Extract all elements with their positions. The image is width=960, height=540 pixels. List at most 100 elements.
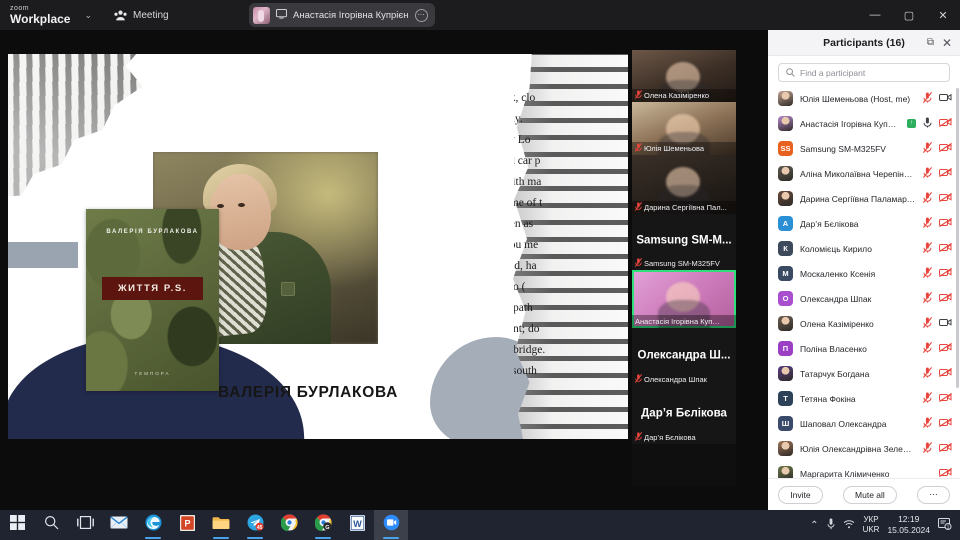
camera-off-icon[interactable] <box>939 468 952 478</box>
wifi-icon[interactable] <box>843 519 855 532</box>
mic-muted-icon[interactable] <box>923 292 932 305</box>
close-panel-icon[interactable]: ✕ <box>942 36 952 50</box>
participants-list[interactable]: Юлія Шеменьова (Host, me)Анастасія Ігорі… <box>768 86 960 478</box>
camera-off-icon[interactable] <box>939 418 952 429</box>
camera-off-icon[interactable] <box>939 193 952 204</box>
participant-row[interactable]: ТТетяна Фокіна <box>768 386 960 411</box>
popout-icon[interactable]: ⧉ <box>927 37 934 48</box>
mic-muted-icon[interactable] <box>923 317 932 330</box>
mic-muted-icon[interactable] <box>923 192 932 205</box>
camera-off-icon[interactable] <box>939 443 952 454</box>
mic-muted-icon[interactable] <box>923 392 932 405</box>
filmstrip-tile[interactable]: Олександра Ш...Олександра Шпак <box>632 328 736 386</box>
tray-chevron-icon[interactable]: ⌃ <box>810 520 818 531</box>
filmstrip-tile[interactable]: Юлія Шеменьова <box>632 102 736 155</box>
word-app[interactable]: W <box>340 510 374 540</box>
system-tray: ⌃ УКР UKR 12:19 15.05.2024 1 <box>810 514 960 536</box>
mic-muted-icon[interactable] <box>923 342 932 355</box>
participant-row[interactable]: АДар’я Бєлікова <box>768 211 960 236</box>
mic-on-icon[interactable] <box>923 117 932 130</box>
maximize-button[interactable]: ▢ <box>892 0 926 30</box>
telegram-app[interactable]: 45 <box>238 510 272 540</box>
participant-row[interactable]: ШШаповал Олександра <box>768 411 960 436</box>
participant-row[interactable]: Аліна Миколаївна Черепінська <box>768 161 960 186</box>
file-explorer[interactable] <box>204 510 238 540</box>
participant-row[interactable]: Маргарита Клімиченко <box>768 461 960 478</box>
task-view-button[interactable] <box>68 510 102 540</box>
participant-row[interactable]: Дарина Сергіївна Паламарчук <box>768 186 960 211</box>
mic-muted-icon[interactable] <box>923 217 932 230</box>
camera-on-icon[interactable] <box>939 318 952 329</box>
filmstrip-tile[interactable]: Дар’я БєліковаДар’я Бєлікова <box>632 386 736 444</box>
windows-icon <box>10 515 25 535</box>
microphone-icon[interactable] <box>827 518 835 533</box>
invite-button[interactable]: Invite <box>778 486 822 504</box>
camera-off-icon[interactable] <box>939 118 952 129</box>
participants-scrollbar[interactable] <box>956 88 959 388</box>
mic-muted-icon <box>635 374 642 385</box>
zoom-app[interactable] <box>374 510 408 540</box>
participant-row[interactable]: Анастасія Ігорівна Купрієнко↑ <box>768 111 960 136</box>
participant-row[interactable]: Олена Казіміренко <box>768 311 960 336</box>
mic-muted-icon[interactable] <box>923 167 932 180</box>
participant-row[interactable]: Юлія Шеменьова (Host, me) <box>768 86 960 111</box>
camera-off-icon[interactable] <box>939 368 952 379</box>
participant-avatar <box>778 316 793 331</box>
video-filmstrip[interactable]: Олена КазіміренкоЮлія ШеменьоваДарина Се… <box>632 50 736 486</box>
minimize-button[interactable]: — <box>858 0 892 30</box>
mail-app[interactable] <box>102 510 136 540</box>
mic-muted-icon[interactable] <box>923 242 932 255</box>
torn-text-line: nk, clo <box>514 88 624 109</box>
participant-row[interactable]: Татарчук Богдана <box>768 361 960 386</box>
powerpoint-app[interactable]: P <box>170 510 204 540</box>
active-meeting-pill[interactable]: Анастасія Ігорівна Купрієн ⋯ <box>249 3 435 27</box>
camera-off-icon[interactable] <box>939 268 952 279</box>
filmstrip-tile[interactable]: Анастасія Ігорівна Купріє... <box>632 270 736 328</box>
meeting-more-icon[interactable]: ⋯ <box>415 9 428 22</box>
mic-muted-icon[interactable] <box>923 142 932 155</box>
participant-row[interactable]: ООлександра Шпак <box>768 286 960 311</box>
filmstrip-tile[interactable]: Дарина Сергіївна Пал... <box>632 155 736 214</box>
chrome2-icon: G <box>315 514 332 536</box>
search-button[interactable] <box>34 510 68 540</box>
notifications-icon[interactable]: 1 <box>938 517 954 533</box>
mic-muted-icon[interactable] <box>923 267 932 280</box>
camera-on-icon[interactable] <box>939 93 952 104</box>
participant-row[interactable]: ККоломієць Кирило <box>768 236 960 261</box>
mic-muted-icon[interactable] <box>923 367 932 380</box>
torn-text-line: hen as <box>514 214 624 235</box>
clock[interactable]: 12:19 15.05.2024 <box>887 514 930 536</box>
camera-off-icon[interactable] <box>939 218 952 229</box>
mic-muted-icon[interactable] <box>923 417 932 430</box>
camera-off-icon[interactable] <box>939 293 952 304</box>
shared-screen-slide[interactable]: ВАЛЕРІЯ БУРЛАКОВА ЖИТТЯ P.S. ТЕМПОРА nk,… <box>8 54 628 439</box>
chrome-browser-2[interactable]: G <box>306 510 340 540</box>
chevron-down-icon[interactable]: ⌄ <box>84 10 92 21</box>
participant-search-box[interactable] <box>778 63 950 82</box>
participant-row[interactable]: ППоліна Власенко <box>768 336 960 361</box>
mute-all-button[interactable]: Mute all <box>843 486 897 504</box>
start-button[interactable] <box>0 510 34 540</box>
search-input[interactable] <box>800 68 942 78</box>
language-ukr-cyr: УКР <box>863 515 880 525</box>
torn-text-line: vay. <box>514 109 624 130</box>
participants-more-button[interactable]: ⋯ <box>917 486 950 504</box>
camera-off-icon[interactable] <box>939 393 952 404</box>
edge-browser[interactable] <box>136 510 170 540</box>
mic-muted-icon[interactable] <box>923 92 932 105</box>
participant-row[interactable]: SSSamsung SM-M325FV <box>768 136 960 161</box>
camera-off-icon[interactable] <box>939 343 952 354</box>
camera-off-icon[interactable] <box>939 243 952 254</box>
camera-off-icon[interactable] <box>939 168 952 179</box>
close-button[interactable]: ✕ <box>926 0 960 30</box>
camera-off-icon[interactable] <box>939 143 952 154</box>
meeting-tab[interactable]: Meeting <box>114 10 169 21</box>
filmstrip-tile[interactable]: Олена Казіміренко <box>632 50 736 102</box>
language-ukr-lat: UKR <box>863 525 880 535</box>
language-indicator[interactable]: УКР UKR <box>863 515 880 535</box>
filmstrip-tile[interactable]: Samsung SM-M...Samsung SM-M325FV <box>632 214 736 270</box>
participant-row[interactable]: Юлія Олександрівна Зеленко <box>768 436 960 461</box>
chrome-browser[interactable] <box>272 510 306 540</box>
mic-muted-icon[interactable] <box>923 442 932 455</box>
participant-row[interactable]: ММоскаленко Ксенія <box>768 261 960 286</box>
